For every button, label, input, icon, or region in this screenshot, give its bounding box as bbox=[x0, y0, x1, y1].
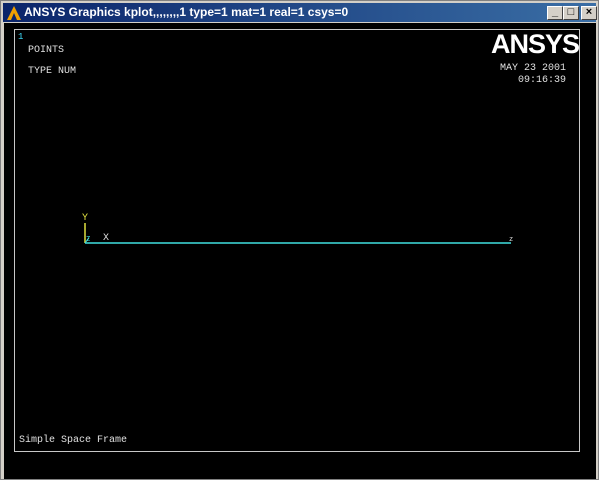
x-axis-label: X bbox=[103, 233, 109, 244]
graphics-viewport[interactable]: 1 POINTS TYPE NUM ANSYS MAY 23 2001 09:1… bbox=[14, 29, 580, 452]
z-axis-label: Z bbox=[86, 236, 90, 244]
plot-title: Simple Space Frame bbox=[19, 435, 128, 446]
graphics-area[interactable]: 1 POINTS TYPE NUM ANSYS MAY 23 2001 09:1… bbox=[4, 23, 596, 479]
window-title: ANSYS Graphics kplot,,,,,,,,1 type=1 mat… bbox=[24, 5, 349, 19]
close-button[interactable]: × bbox=[581, 6, 597, 20]
ansys-graphics-window: ANSYS Graphics kplot,,,,,,,,1 type=1 mat… bbox=[0, 0, 599, 480]
y-axis-label: Y bbox=[82, 213, 88, 224]
ansys-logo-icon[interactable] bbox=[6, 5, 22, 21]
title-bar[interactable]: ANSYS Graphics kplot,,,,,,,,1 type=1 mat… bbox=[3, 3, 597, 22]
maximize-button[interactable]: □ bbox=[563, 6, 579, 20]
minimize-button[interactable]: _ bbox=[547, 6, 563, 20]
end-point-marker: z bbox=[509, 236, 513, 244]
model-canvas: Y X Z z bbox=[82, 213, 513, 244]
